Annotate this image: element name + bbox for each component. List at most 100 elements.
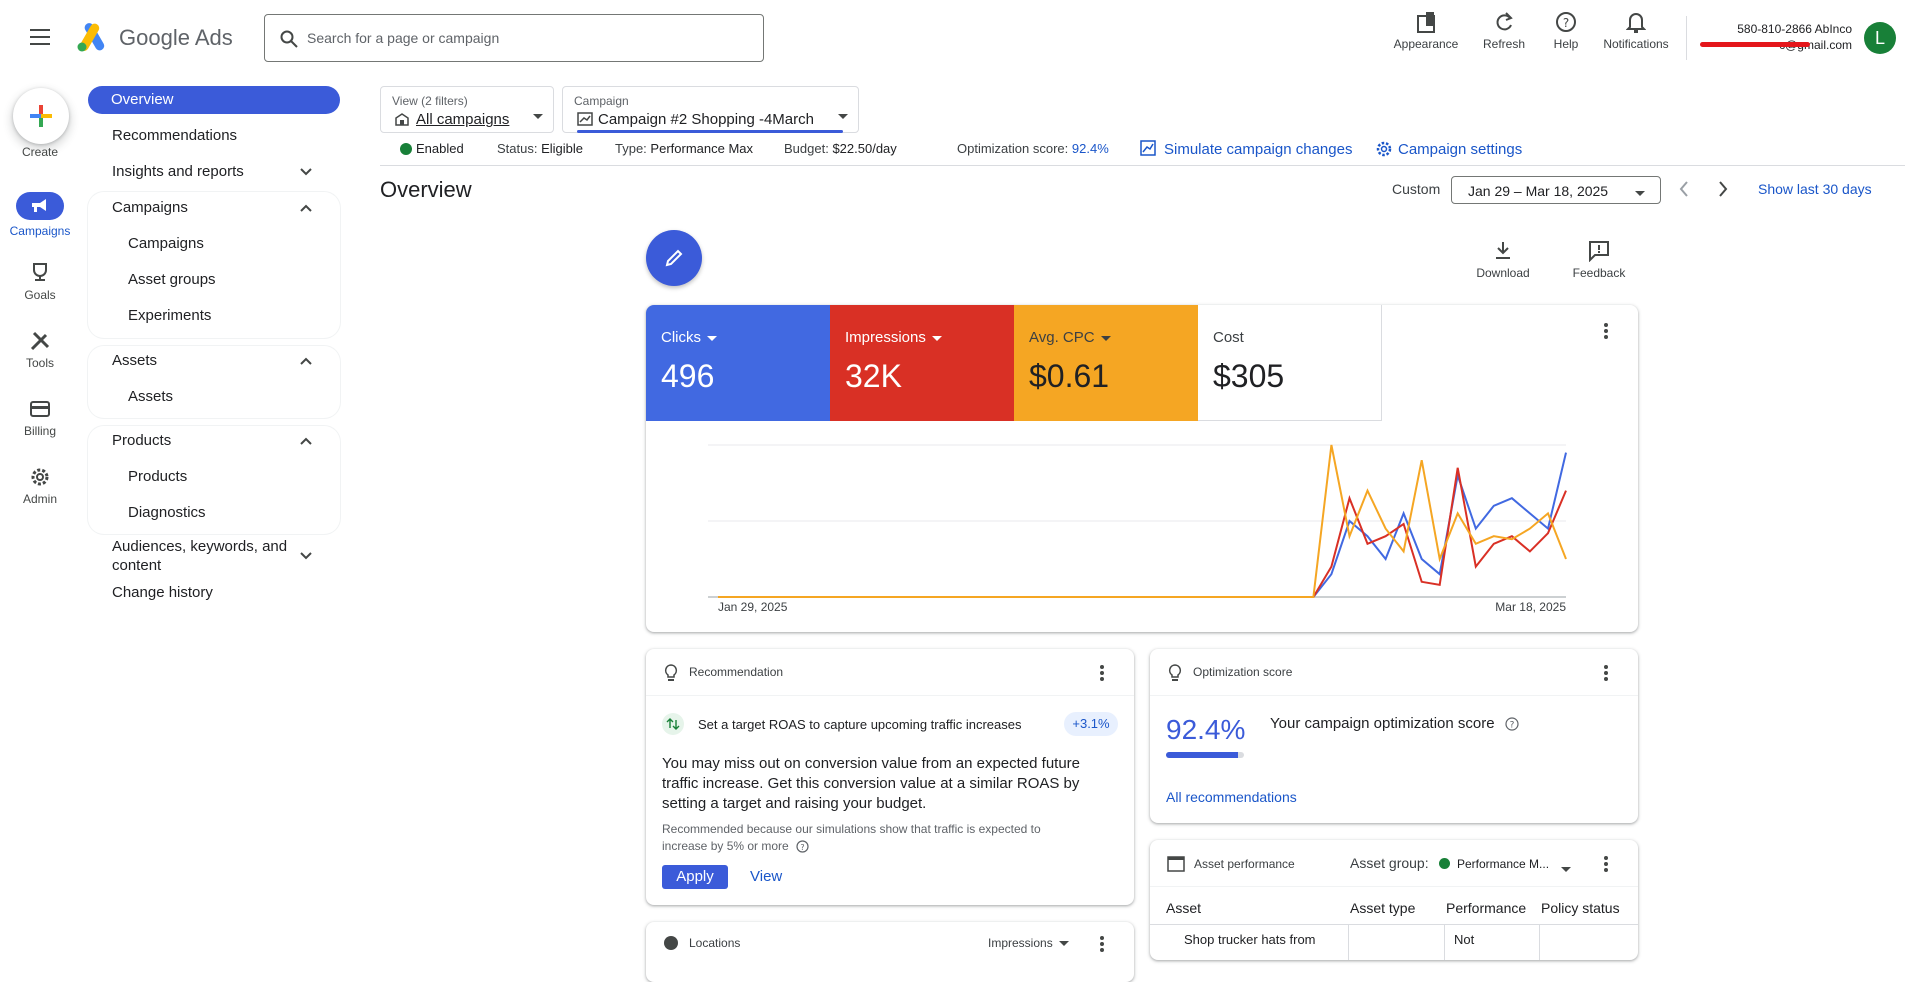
more-options-icon[interactable] (1604, 856, 1608, 872)
status-enabled[interactable]: Enabled (416, 141, 464, 156)
more-options-icon[interactable] (1604, 323, 1608, 339)
chevron-down-icon[interactable] (299, 549, 313, 563)
account-email[interactable]: c@gmail.com (1700, 38, 1852, 52)
metric-clicks[interactable]: Clicks 496 (646, 305, 830, 421)
date-range-picker[interactable]: Jan 29 – Mar 18, 2025 (1451, 176, 1661, 204)
sidebar-item-assets[interactable]: Assets (128, 388, 173, 405)
locations-metric-select[interactable]: Impressions (988, 936, 1069, 950)
recommendation-card-title: Recommendation (689, 665, 784, 679)
apply-button[interactable]: Apply (662, 865, 728, 889)
redaction-mark (1700, 42, 1810, 47)
google-ads-logo-icon[interactable] (76, 22, 108, 52)
feedback-icon (1589, 241, 1609, 262)
metric-cost-value: $305 (1213, 358, 1285, 394)
column-header-policy-status[interactable]: Policy status (1541, 900, 1620, 916)
sidebar-item-diagnostics[interactable]: Diagnostics (128, 504, 206, 521)
help-circle-icon[interactable]: ? (796, 840, 809, 853)
rail-tools-label: Tools (25, 356, 54, 370)
chevron-up-icon[interactable] (299, 354, 313, 368)
tools-icon (30, 331, 50, 351)
chevron-up-icon[interactable] (299, 201, 313, 215)
metric-cost[interactable]: Cost $305 (1198, 305, 1382, 421)
campaign-filter[interactable]: Campaign Campaign #2 Shopping -4March (562, 86, 859, 133)
gear-icon (31, 468, 49, 486)
column-header-asset-type[interactable]: Asset type (1350, 900, 1415, 916)
sidebar-item-overview[interactable]: Overview (88, 86, 340, 114)
chevron-right-icon[interactable] (1716, 180, 1730, 198)
sidebar-item-insights[interactable]: Insights and reports (112, 163, 244, 180)
rail-campaigns[interactable]: Campaigns (0, 192, 80, 238)
more-options-icon[interactable] (1604, 665, 1608, 681)
sidebar-item-change-history[interactable]: Change history (112, 584, 213, 601)
search-input[interactable]: Search for a page or campaign (307, 30, 499, 46)
notifications-button[interactable]: Notifications (1596, 10, 1676, 51)
refresh-button[interactable]: Refresh (1474, 10, 1534, 51)
notifications-label: Notifications (1603, 37, 1669, 51)
all-recommendations-link[interactable]: All recommendations (1166, 789, 1297, 805)
rail-admin[interactable]: Admin (0, 466, 80, 506)
budget-field[interactable]: Budget: $22.50/day (784, 141, 897, 156)
caret-down-icon (838, 108, 848, 126)
sidebar-audiences-line2: content (112, 557, 162, 574)
date-mode: Custom (1392, 181, 1441, 197)
sidebar-item-experiments[interactable]: Experiments (128, 307, 211, 324)
sidebar-group-assets-label[interactable]: Assets (112, 352, 157, 369)
search-box[interactable]: Search for a page or campaign (264, 14, 764, 62)
rail-billing[interactable]: Billing (0, 398, 80, 438)
more-options-icon[interactable] (1100, 665, 1104, 681)
recommendation-body-line1: You may miss out on conversion value fro… (662, 755, 1081, 772)
recommendation-headline[interactable]: Set a target ROAS to capture upcoming tr… (698, 717, 1021, 732)
status-label: Status: (497, 141, 538, 156)
avatar[interactable]: L (1864, 22, 1896, 54)
view-filter[interactable]: View (2 filters) All campaigns (380, 86, 554, 133)
more-options-icon[interactable] (1100, 936, 1104, 952)
sidebar-group-products-label[interactable]: Products (112, 432, 171, 449)
search-icon (280, 30, 298, 48)
main-menu-icon[interactable] (30, 29, 50, 45)
budget-value: $22.50/day (832, 141, 897, 156)
metric-impressions-value: 32K (845, 358, 902, 394)
metric-clicks-label: Clicks (661, 329, 701, 346)
view-link[interactable]: View (750, 868, 782, 885)
credit-card-icon (30, 401, 50, 417)
help-circle-icon[interactable]: ? (1505, 717, 1519, 731)
rail-goals[interactable]: Goals (0, 262, 80, 302)
download-button[interactable]: Download (1472, 240, 1534, 280)
settings-gear-icon (1376, 141, 1392, 157)
edit-overview-button[interactable] (646, 230, 702, 286)
rail-tools[interactable]: Tools (0, 330, 80, 370)
feedback-button[interactable]: Feedback (1566, 240, 1632, 280)
chevron-down-icon[interactable] (299, 165, 313, 179)
rail-goals-label: Goals (24, 288, 56, 302)
sidebar-item-audiences[interactable]: Audiences, keywords, and content (112, 538, 287, 574)
help-button[interactable]: ? Help (1548, 10, 1584, 51)
chart-series-impressions (718, 467, 1567, 598)
refresh-label: Refresh (1482, 37, 1526, 51)
metric-avg-cpc[interactable]: Avg. CPC $0.61 (1014, 305, 1198, 421)
create-button[interactable] (13, 88, 69, 144)
column-header-performance[interactable]: Performance (1446, 900, 1526, 916)
chevron-left-icon[interactable] (1677, 180, 1691, 198)
sidebar-group-campaigns-label[interactable]: Campaigns (112, 199, 188, 216)
uplift-badge: +3.1% (1064, 712, 1118, 736)
metric-impressions-label: Impressions (845, 329, 926, 346)
app-name: Google Ads (119, 25, 233, 50)
date-range-value: Jan 29 – Mar 18, 2025 (1468, 183, 1609, 199)
sidebar-item-asset-groups[interactable]: Asset groups (128, 271, 216, 288)
recommendation-body-line2: traffic increase. Get this conversion va… (662, 775, 1080, 792)
recommendation-body-line3: setting a target and raising your budget… (662, 795, 927, 812)
account-name[interactable]: 580-810-2866 AbInco (1700, 22, 1852, 36)
sidebar-item-products[interactable]: Products (128, 468, 187, 485)
asset-group-select[interactable]: Performance M... (1439, 851, 1589, 875)
table-row-asset[interactable]: Shop trucker hats from (1184, 932, 1316, 947)
chevron-up-icon[interactable] (299, 434, 313, 448)
sidebar-audiences-line1: Audiences, keywords, and (112, 538, 288, 555)
sidebar-item-recommendations[interactable]: Recommendations (112, 127, 237, 144)
show-last-30-days-link[interactable]: Show last 30 days (1758, 181, 1872, 197)
recommendation-note-line2: increase by 5% or more (662, 839, 789, 853)
metric-impressions[interactable]: Impressions 32K (830, 305, 1014, 421)
traffic-arrows-icon (662, 713, 684, 735)
column-header-asset[interactable]: Asset (1166, 900, 1201, 916)
appearance-button[interactable]: Appearance (1390, 10, 1462, 51)
sidebar-item-campaigns[interactable]: Campaigns (128, 235, 204, 252)
